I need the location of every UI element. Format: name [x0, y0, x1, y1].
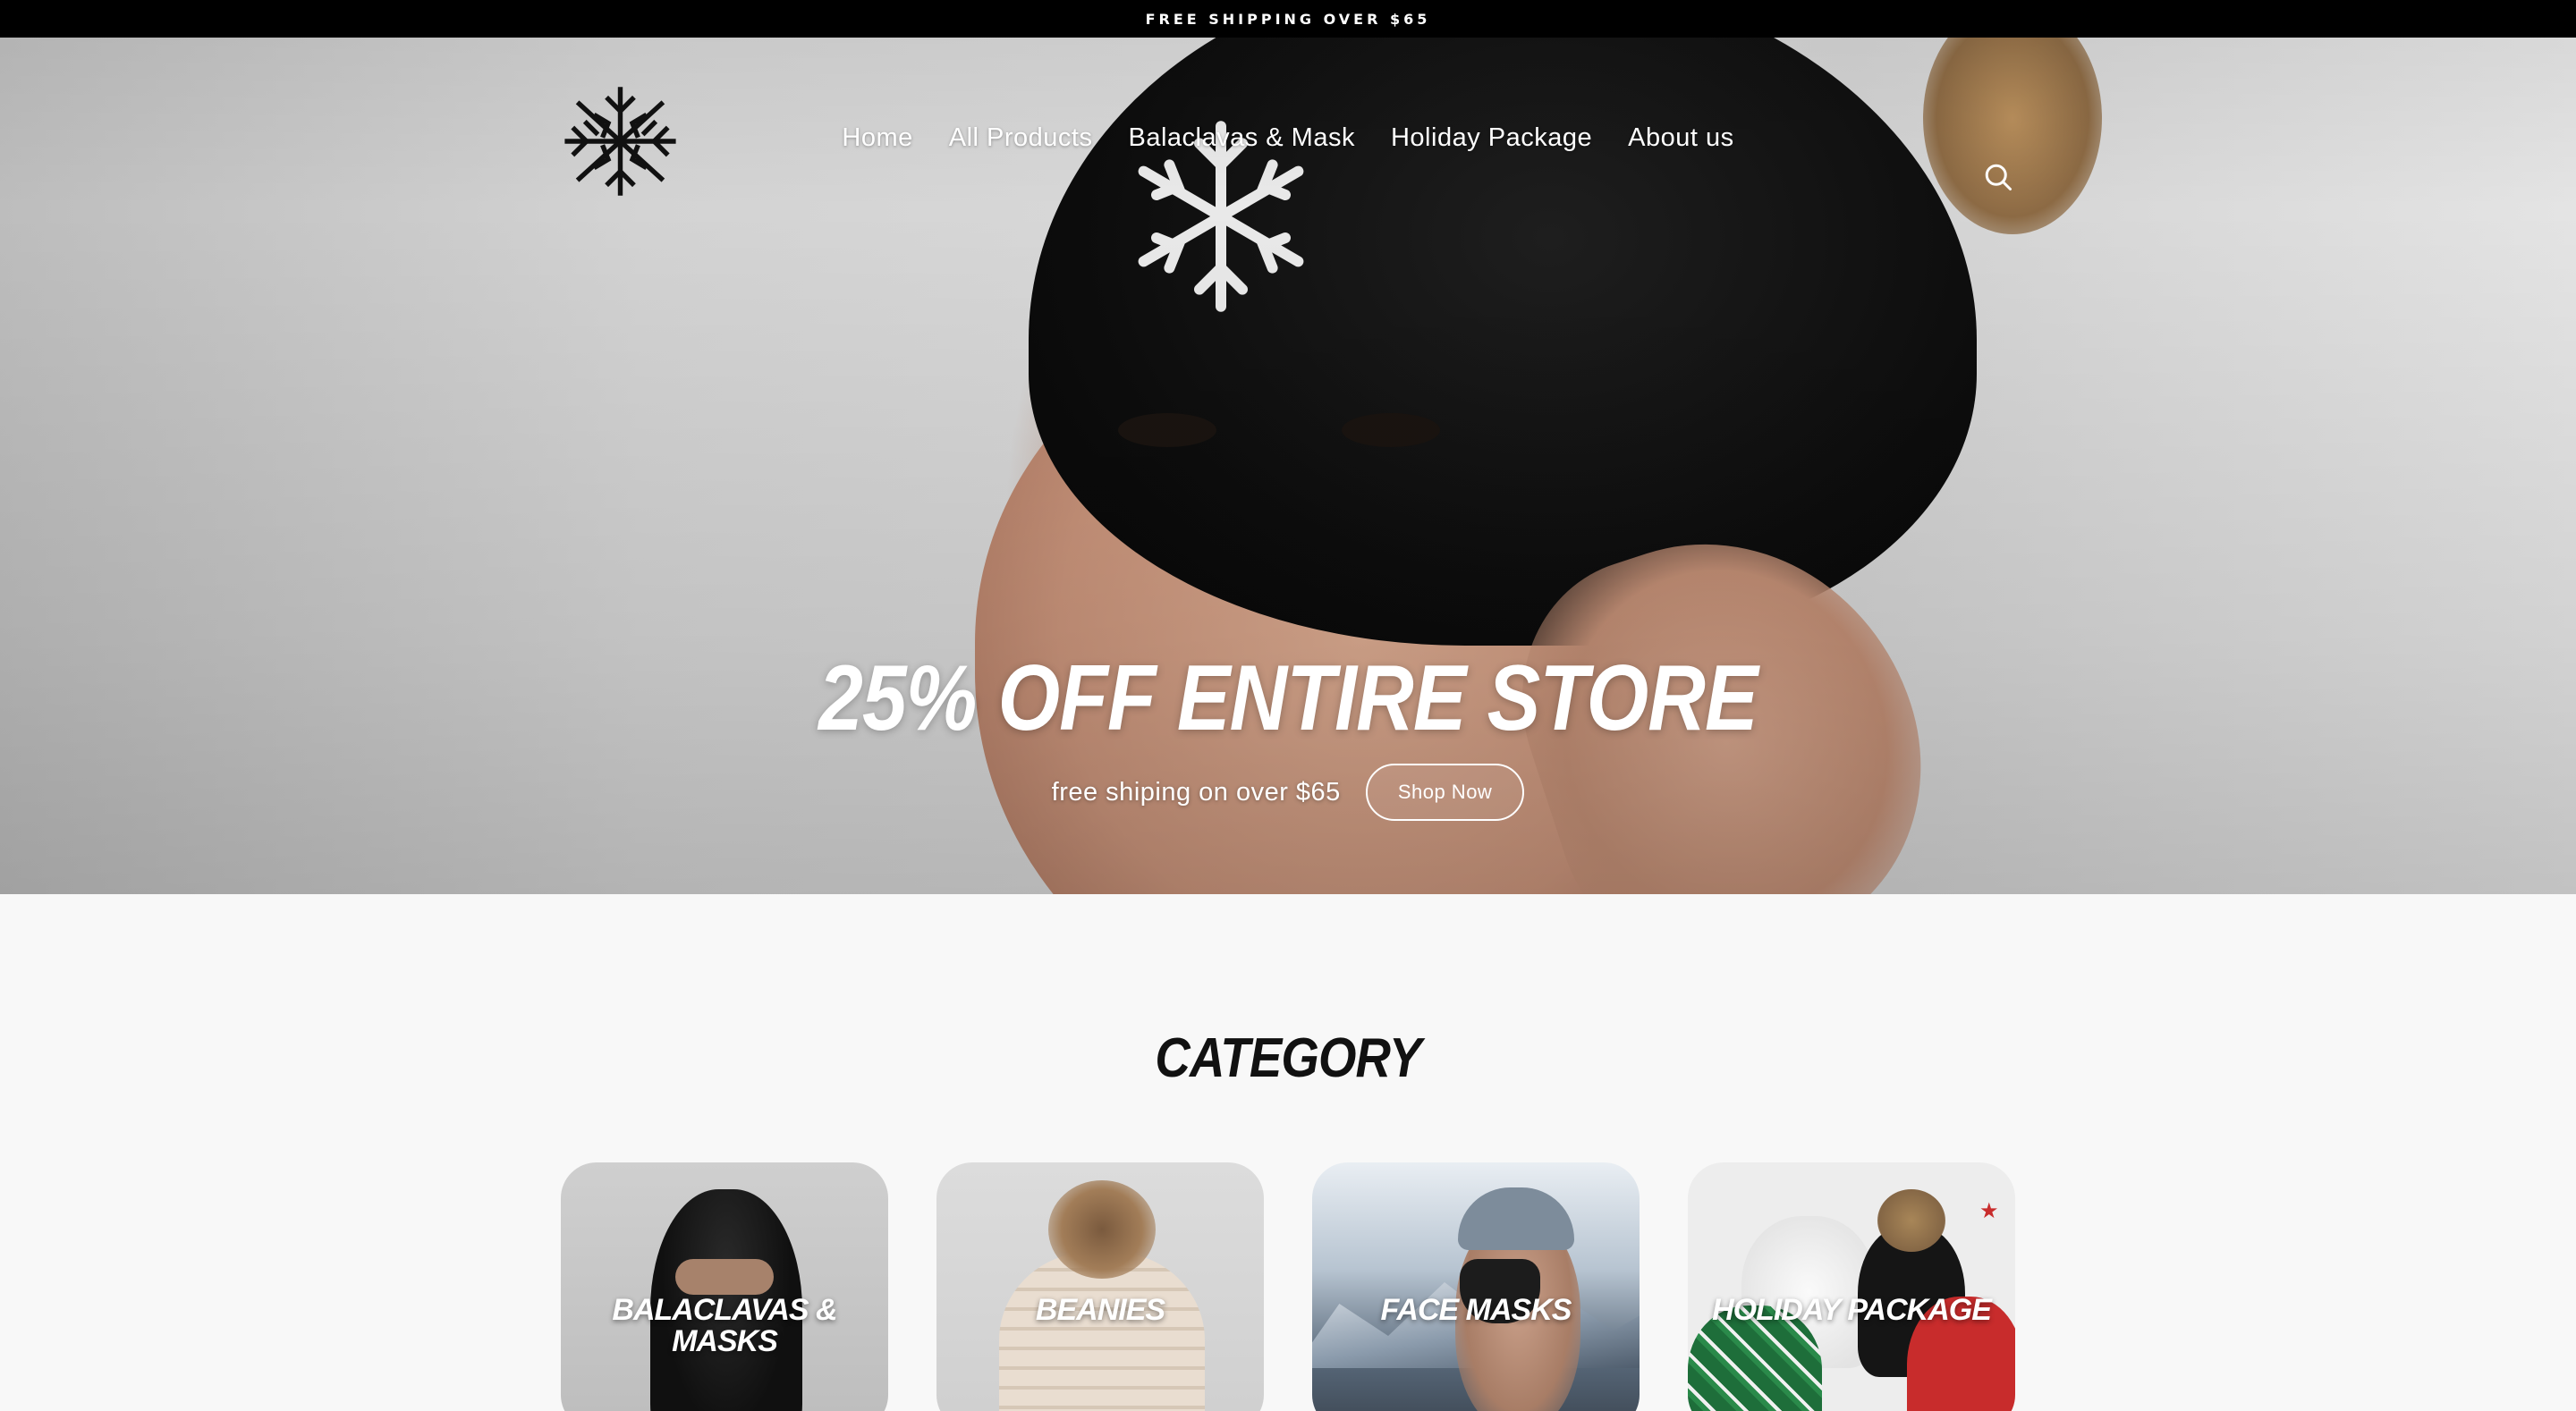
- black-beanie-pompom: [1877, 1189, 1945, 1252]
- category-card-label: HOLIDAY PACKAGE: [1712, 1293, 1992, 1327]
- star-icon: ★: [1979, 1198, 1999, 1223]
- category-card-beanies[interactable]: BEANIES: [936, 1162, 1264, 1411]
- category-card-balaclavas[interactable]: BALACLAVAS & MASKS: [561, 1162, 888, 1411]
- hero-title: 25% OFF ENTIRE STORE: [818, 646, 1758, 750]
- search-icon[interactable]: [1982, 161, 2014, 193]
- category-heading: CATEGORY: [1155, 1027, 1421, 1089]
- announcement-text: FREE SHIPPING OVER $65: [1145, 10, 1431, 28]
- announcement-bar: FREE SHIPPING OVER $65: [0, 0, 2576, 38]
- category-card-label: FACE MASKS: [1380, 1293, 1572, 1327]
- category-cards: BALACLAVAS & MASKS BEANIES FACE MASKS ★ …: [561, 1162, 2016, 1411]
- shop-now-button[interactable]: Shop Now: [1365, 764, 1525, 821]
- beanie-pompom: [1048, 1180, 1156, 1279]
- category-card-label: BEANIES: [1035, 1293, 1165, 1327]
- nav-holiday-package[interactable]: Holiday Package: [1373, 123, 1610, 153]
- category-card-face-masks[interactable]: FACE MASKS: [1312, 1162, 1640, 1411]
- category-card-holiday-package[interactable]: ★ HOLIDAY PACKAGE: [1688, 1162, 2015, 1411]
- hero-subtitle: free shiping on over $65: [1051, 777, 1341, 807]
- nav-about-us[interactable]: About us: [1610, 123, 1751, 153]
- site-header: Home All Products Balaclavas & Mask Holi…: [0, 38, 2576, 243]
- nav-home[interactable]: Home: [824, 123, 930, 153]
- category-card-label: BALACLAVAS & MASKS: [612, 1293, 837, 1358]
- nav-all-products[interactable]: All Products: [931, 123, 1111, 153]
- main-nav: Home All Products Balaclavas & Mask Holi…: [0, 123, 2576, 153]
- hero-subtitle-row: free shiping on over $65 Shop Now: [0, 764, 2576, 821]
- nav-balaclavas-mask[interactable]: Balaclavas & Mask: [1110, 123, 1373, 153]
- balaclava-face-opening: [675, 1259, 774, 1295]
